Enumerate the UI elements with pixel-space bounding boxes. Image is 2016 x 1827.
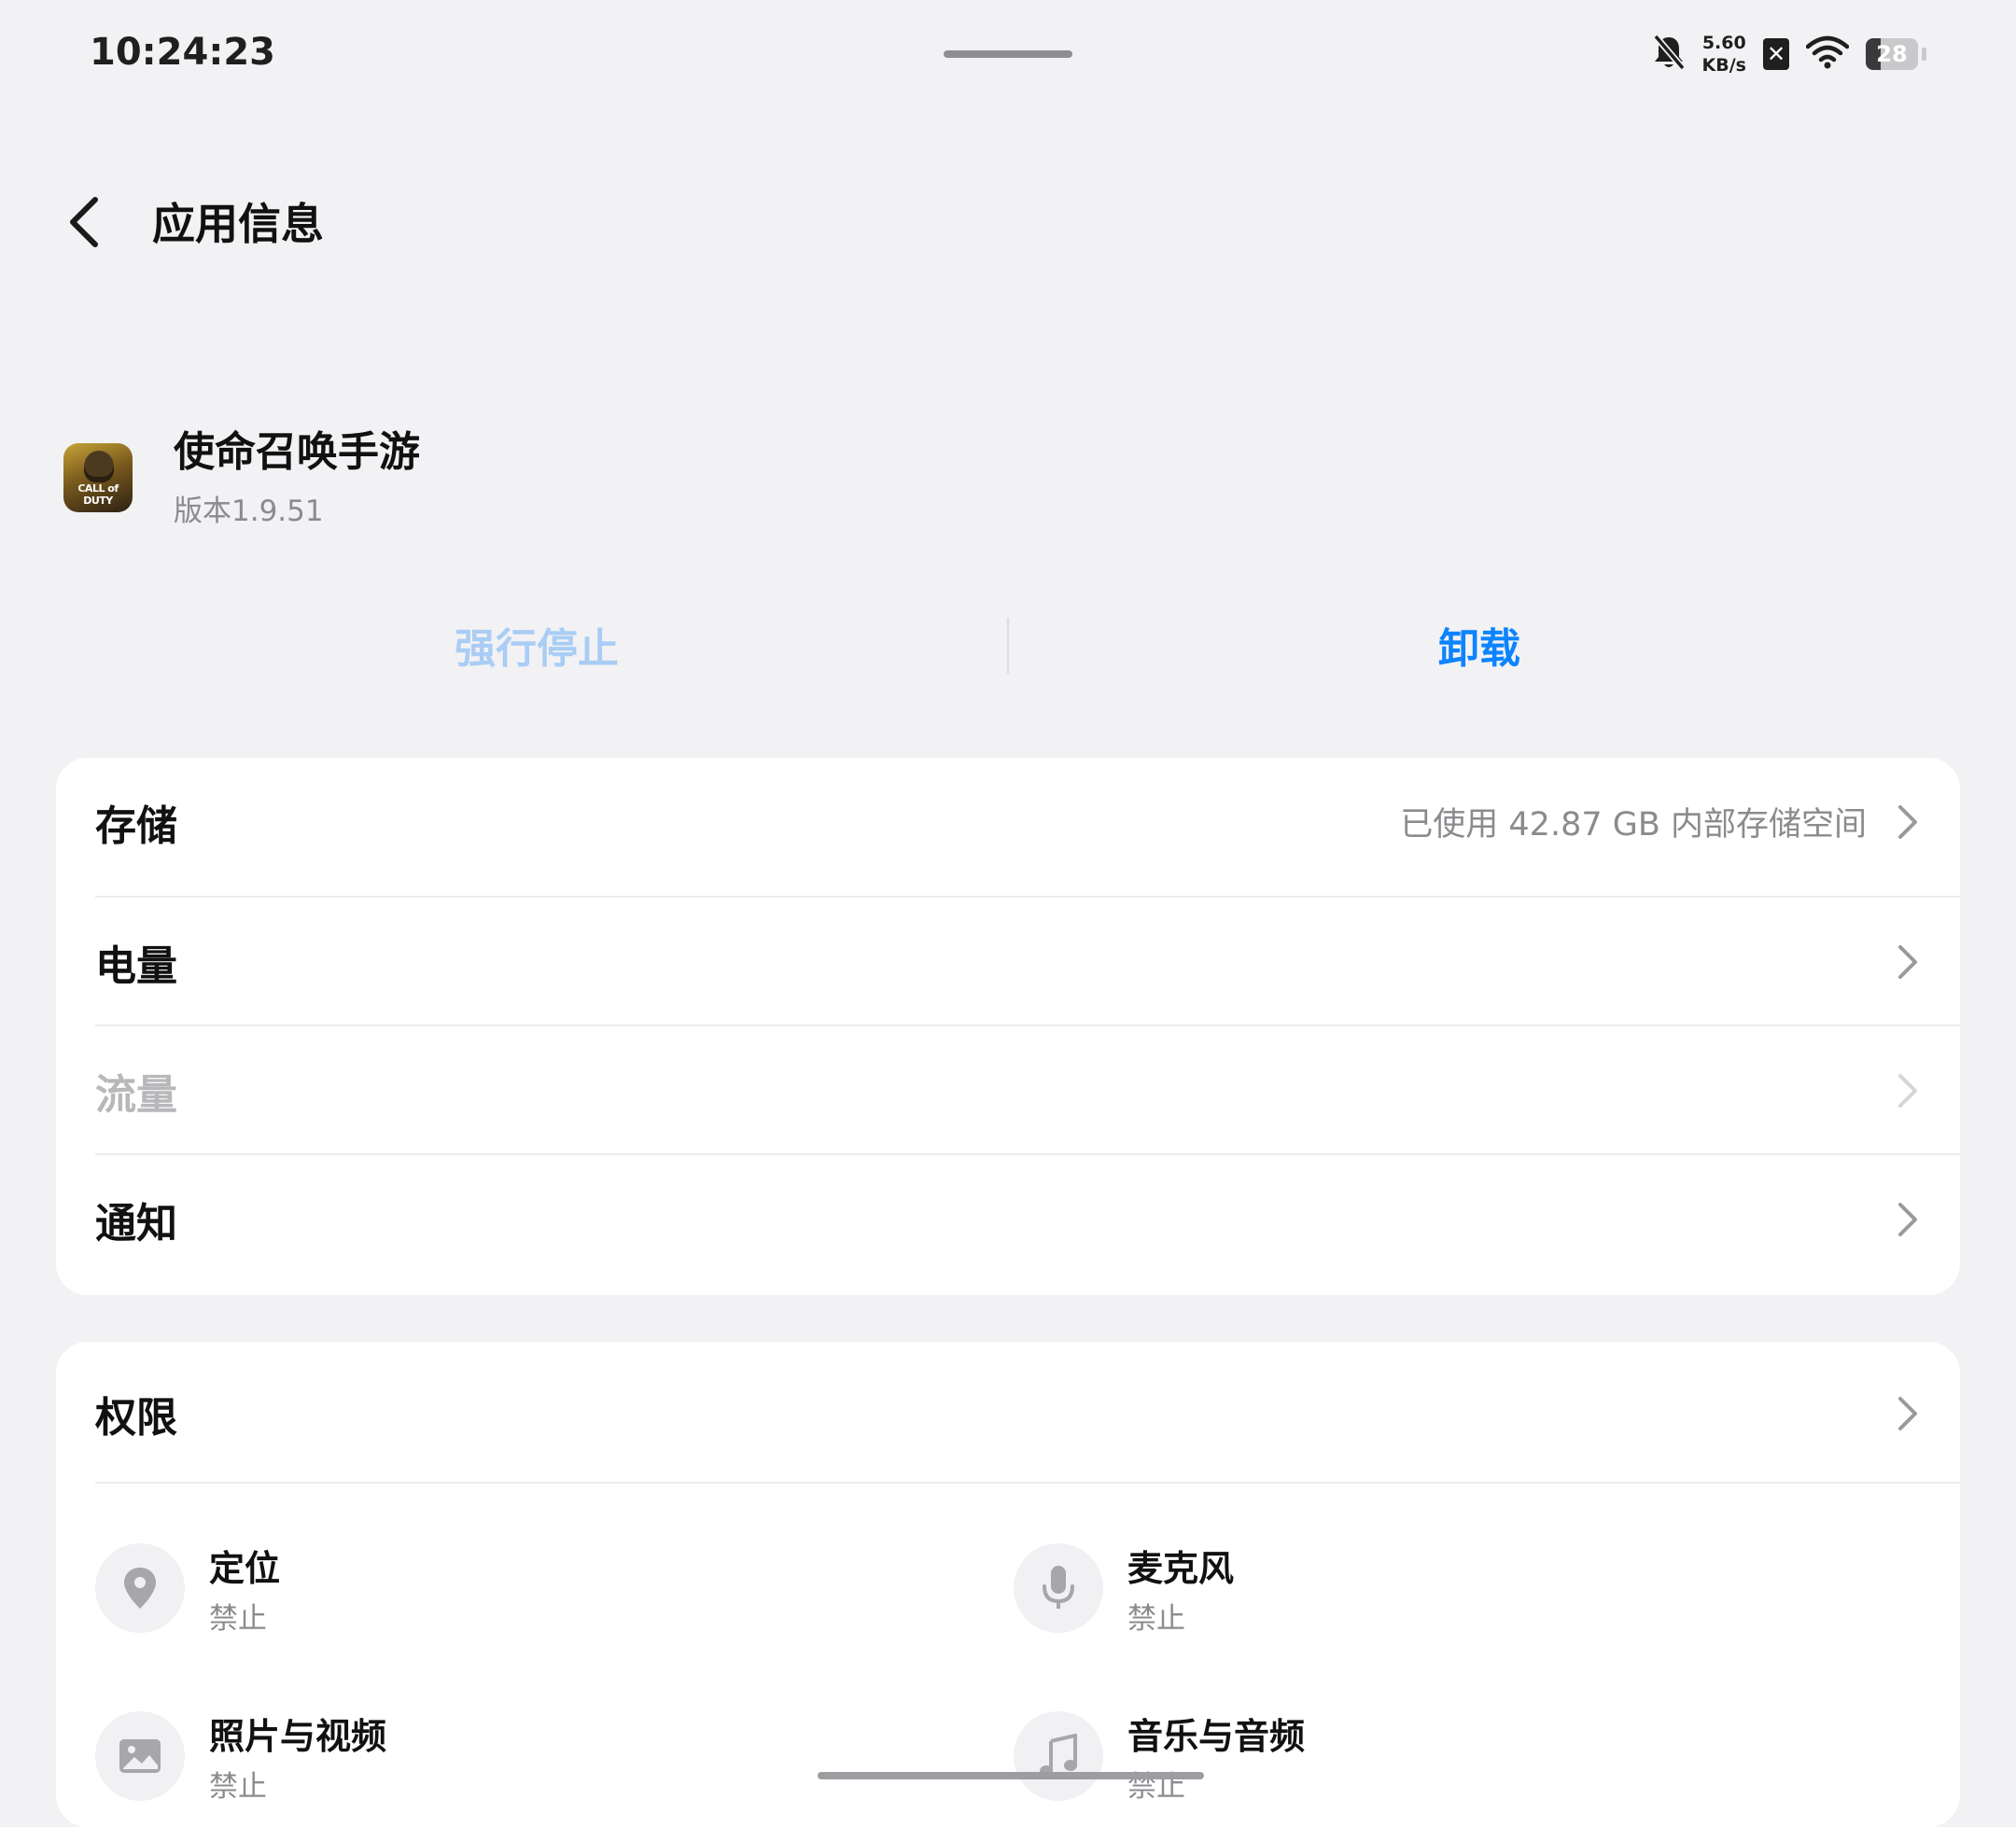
separator bbox=[95, 1482, 1960, 1484]
permission-title: 音乐与音频 bbox=[1127, 1716, 1306, 1757]
permission-title: 麦克风 bbox=[1127, 1548, 1235, 1589]
notifications-label: 通知 bbox=[95, 1199, 177, 1248]
storage-value: 已使用 42.87 GB 内部存储空间 bbox=[1400, 806, 1867, 844]
battery-level: 28 bbox=[1876, 41, 1908, 67]
app-icon-soldier bbox=[84, 451, 114, 482]
permissions-label: 权限 bbox=[95, 1393, 177, 1442]
app-icon: CALL of DUTY bbox=[63, 443, 133, 512]
uninstall-button[interactable]: 卸载 bbox=[1279, 616, 1680, 674]
battery-label: 电量 bbox=[95, 941, 177, 990]
home-indicator[interactable] bbox=[818, 1772, 1204, 1779]
chevron-right-icon bbox=[1895, 941, 1921, 983]
app-settings-card: 存储 已使用 42.87 GB 内部存储空间 电量 流量 通知 bbox=[56, 758, 1960, 1295]
permissions-card: 权限 定位 禁止 麦克风 禁止 照片与视频 禁止 音乐与音频 禁止 bbox=[56, 1342, 1960, 1827]
permission-title: 照片与视频 bbox=[209, 1716, 387, 1757]
permission-status: 禁止 bbox=[209, 1602, 267, 1636]
battery-row[interactable]: 电量 bbox=[95, 898, 1960, 1025]
status-time: 10:24:23 bbox=[90, 31, 275, 74]
network-speed-unit: KB/s bbox=[1701, 55, 1746, 76]
storage-label: 存储 bbox=[95, 802, 177, 850]
permission-location[interactable]: 定位 禁止 bbox=[95, 1543, 280, 1642]
force-stop-button[interactable]: 强行停止 bbox=[336, 616, 737, 674]
network-speed-value: 5.60 bbox=[1701, 33, 1746, 53]
permission-status: 禁止 bbox=[1127, 1602, 1185, 1636]
battery-cap bbox=[1922, 48, 1926, 61]
permission-microphone[interactable]: 麦克风 禁止 bbox=[1014, 1543, 1234, 1642]
sim-disabled-icon: ✕ bbox=[1763, 38, 1789, 70]
chevron-right-icon bbox=[1895, 802, 1921, 843]
back-button[interactable] bbox=[58, 192, 110, 256]
chevron-right-icon bbox=[1895, 1393, 1921, 1434]
battery-icon: 28 bbox=[1866, 38, 1918, 70]
notifications-row[interactable]: 通知 bbox=[95, 1155, 1960, 1283]
permission-music-audio[interactable]: 音乐与音频 禁止 bbox=[1014, 1711, 1305, 1810]
bell-off-icon bbox=[1652, 34, 1686, 75]
page-title: 应用信息 bbox=[152, 199, 324, 249]
permission-photos-videos[interactable]: 照片与视频 禁止 bbox=[95, 1711, 386, 1810]
status-icons: 5.60 KB/s ✕ 28 bbox=[1652, 28, 1926, 80]
wifi-icon bbox=[1805, 35, 1850, 73]
permission-status: 禁止 bbox=[1127, 1770, 1185, 1804]
location-pin-icon bbox=[95, 1543, 185, 1633]
storage-row[interactable]: 存储 已使用 42.87 GB 内部存储空间 bbox=[95, 758, 1960, 886]
data-usage-row[interactable]: 流量 bbox=[95, 1026, 1960, 1154]
data-usage-label: 流量 bbox=[95, 1070, 177, 1119]
permission-status: 禁止 bbox=[209, 1770, 267, 1804]
top-drag-handle[interactable] bbox=[944, 50, 1072, 58]
app-icon-brand: CALL of DUTY bbox=[77, 482, 119, 507]
permissions-row[interactable]: 权限 bbox=[95, 1349, 1960, 1477]
chevron-right-icon bbox=[1895, 1199, 1921, 1240]
permission-title: 定位 bbox=[209, 1548, 281, 1589]
app-name: 使命召唤手游 bbox=[174, 428, 420, 476]
network-speed: 5.60 KB/s bbox=[1702, 32, 1746, 77]
chevron-right-icon bbox=[1895, 1070, 1921, 1111]
app-version: 版本1.9.51 bbox=[174, 495, 324, 528]
chevron-left-icon bbox=[67, 196, 101, 252]
microphone-icon bbox=[1014, 1543, 1103, 1633]
action-divider bbox=[1007, 618, 1009, 674]
